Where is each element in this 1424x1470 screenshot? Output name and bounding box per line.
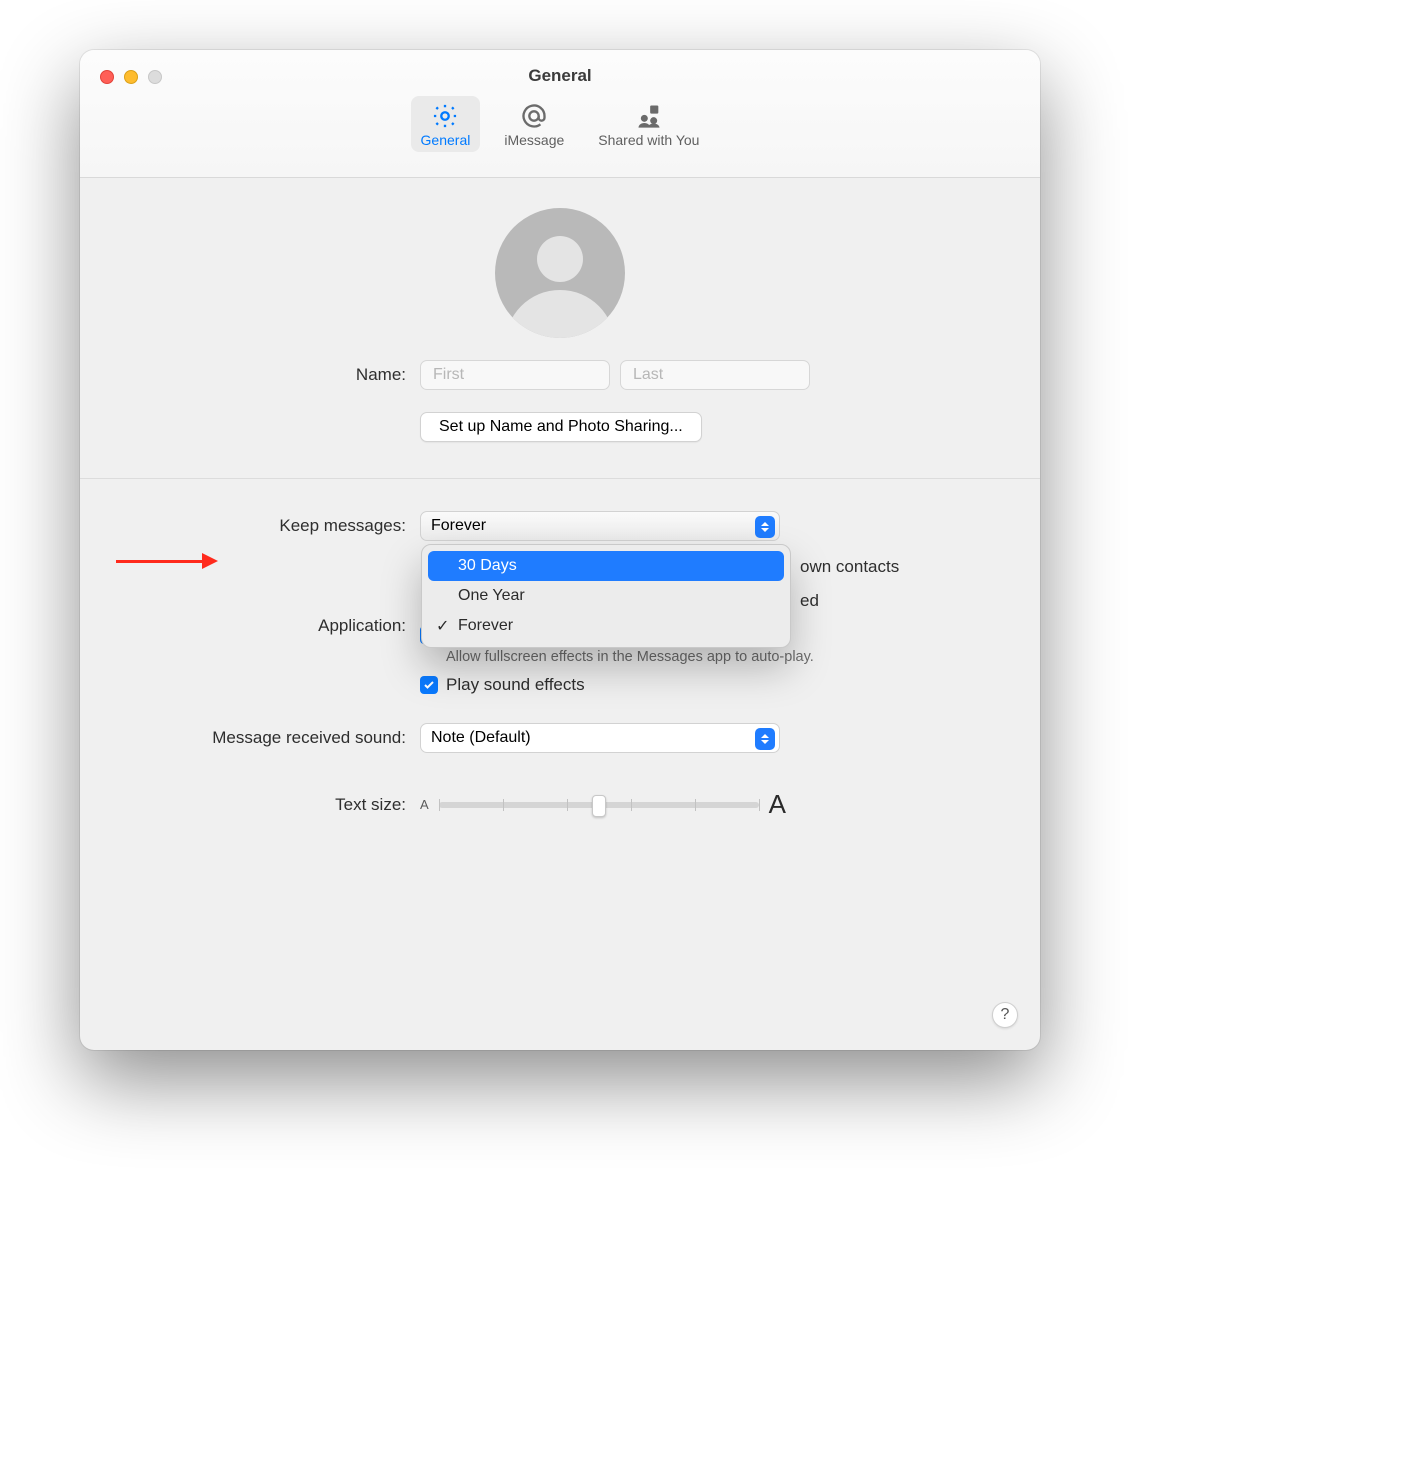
window-title: General	[80, 50, 1040, 86]
name-label: Name:	[120, 365, 420, 385]
tab-imessage-label: iMessage	[504, 132, 564, 148]
tab-shared-with-you[interactable]: Shared with You	[588, 96, 709, 152]
window-body: Name: Set up Name and Photo Sharing... K…	[80, 178, 1040, 860]
received-sound-label: Message received sound:	[120, 728, 420, 748]
help-button[interactable]: ?	[992, 1002, 1018, 1028]
keep-messages-value: Forever	[431, 517, 486, 535]
keep-messages-menu: 30 Days One Year ✓ Forever	[421, 544, 791, 648]
sound-effects-checkbox[interactable]	[420, 676, 438, 694]
last-name-input[interactable]	[620, 360, 810, 390]
people-icon	[635, 102, 663, 130]
menu-item-one-year[interactable]: One Year	[428, 581, 784, 611]
tab-shared-label: Shared with You	[598, 132, 699, 148]
avatar[interactable]	[495, 208, 625, 338]
stepper-icon	[755, 516, 775, 538]
toolbar-tabs: General iMessage Shared with You	[80, 96, 1040, 152]
tab-general-label: General	[421, 132, 471, 148]
annotation-arrow	[116, 553, 218, 569]
setup-name-photo-button[interactable]: Set up Name and Photo Sharing...	[420, 412, 702, 442]
maximize-button[interactable]	[148, 70, 162, 84]
preferences-window: General General iMessage Shared with You	[80, 50, 1040, 1050]
menu-item-forever[interactable]: ✓ Forever	[428, 611, 784, 641]
sound-effects-label: Play sound effects	[446, 675, 585, 695]
received-sound-value: Note (Default)	[431, 729, 531, 747]
check-icon: ✓	[436, 616, 449, 636]
keep-messages-popup[interactable]: Forever 30 Days One Year ✓ Forever	[420, 511, 780, 541]
text-size-small-marker: A	[420, 797, 429, 812]
tab-general[interactable]: General	[411, 96, 481, 152]
arrow-head-icon	[202, 553, 218, 569]
notify-unknown-trailing: own contacts	[800, 557, 899, 577]
close-button[interactable]	[100, 70, 114, 84]
gear-icon	[431, 102, 459, 130]
section-divider	[80, 478, 1040, 479]
tab-imessage[interactable]: iMessage	[494, 96, 574, 152]
text-size-big-marker: A	[769, 789, 786, 820]
at-icon	[520, 102, 548, 130]
keep-messages-label: Keep messages:	[120, 516, 420, 536]
stepper-icon	[755, 728, 775, 750]
first-name-input[interactable]	[420, 360, 610, 390]
menu-item-30-days[interactable]: 30 Days	[428, 551, 784, 581]
slider-thumb[interactable]	[592, 795, 606, 817]
text-size-label: Text size:	[120, 795, 420, 815]
application-label: Application:	[120, 616, 420, 636]
received-sound-popup[interactable]: Note (Default)	[420, 723, 780, 753]
text-size-slider[interactable]	[439, 802, 759, 808]
traffic-lights	[100, 70, 162, 84]
minimize-button[interactable]	[124, 70, 138, 84]
autoplay-sub: Allow fullscreen effects in the Messages…	[446, 649, 814, 665]
titlebar: General General iMessage Shared with You	[80, 50, 1040, 178]
read-receipts-trailing: ed	[800, 591, 819, 611]
